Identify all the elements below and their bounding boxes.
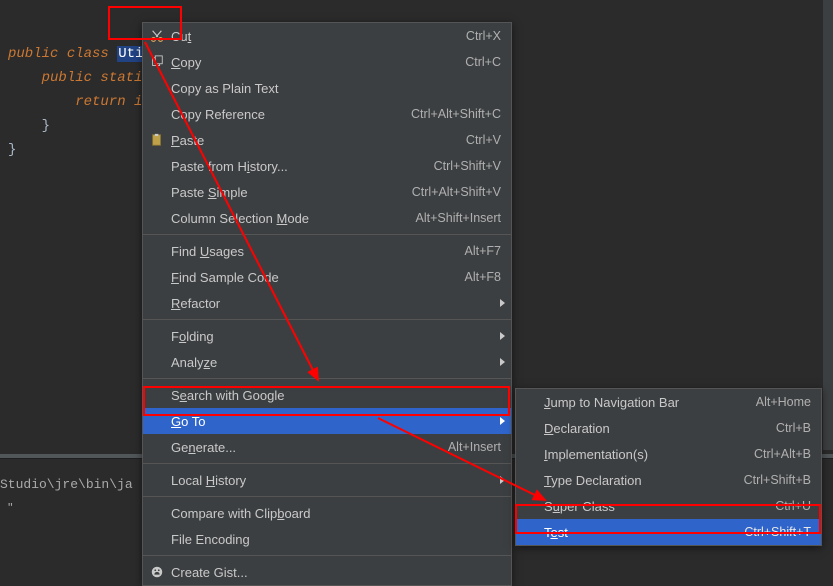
context-menu-item-10[interactable]: Find Sample CodeAlt+F8 — [143, 264, 511, 290]
gist-icon — [149, 564, 165, 580]
code-line-3: return i — [75, 94, 142, 110]
menu-item-label: Local History — [171, 473, 501, 488]
context-menu-separator — [143, 234, 511, 235]
goto-submenu-item-5[interactable]: TestCtrl+Shift+T — [516, 519, 821, 545]
menu-item-shortcut: Ctrl+Shift+B — [744, 473, 811, 487]
goto-submenu-item-1[interactable]: DeclarationCtrl+B — [516, 415, 821, 441]
context-menu-item-25[interactable]: Create Gist... — [143, 559, 511, 585]
menu-item-label: File Encoding — [171, 532, 501, 547]
context-menu-item-4[interactable]: PasteCtrl+V — [143, 127, 511, 153]
menu-item-label: Find Sample Code — [171, 270, 465, 285]
menu-item-label: Column Selection Mode — [171, 211, 416, 226]
context-menu-item-7[interactable]: Column Selection ModeAlt+Shift+Insert — [143, 205, 511, 231]
context-menu-item-13[interactable]: Folding — [143, 323, 511, 349]
console-text: Studio\jre\bin\ja — [0, 477, 133, 492]
context-menu-item-6[interactable]: Paste SimpleCtrl+Alt+Shift+V — [143, 179, 511, 205]
context-menu-item-11[interactable]: Refactor — [143, 290, 511, 316]
context-menu-item-5[interactable]: Paste from History...Ctrl+Shift+V — [143, 153, 511, 179]
context-menu-item-22[interactable]: Compare with Clipboard — [143, 500, 511, 526]
console-quote: " — [8, 500, 13, 515]
context-menu-separator — [143, 496, 511, 497]
menu-item-shortcut: Ctrl+C — [465, 55, 501, 69]
menu-item-label: Jump to Navigation Bar — [544, 395, 756, 410]
brace-2: } — [8, 142, 16, 158]
keyword-class: class — [67, 46, 109, 62]
context-menu-item-17[interactable]: Go To — [143, 408, 511, 434]
context-menu-item-3[interactable]: Copy ReferenceCtrl+Alt+Shift+C — [143, 101, 511, 127]
menu-item-shortcut: Ctrl+V — [466, 133, 501, 147]
menu-item-shortcut: Alt+Insert — [448, 440, 501, 454]
menu-item-label: Copy as Plain Text — [171, 81, 501, 96]
menu-item-shortcut: Alt+Home — [756, 395, 811, 409]
copy-icon — [149, 54, 165, 70]
submenu-arrow-icon — [500, 358, 505, 366]
goto-submenu-item-4[interactable]: Super ClassCtrl+U — [516, 493, 821, 519]
code-line-2: public stati — [42, 70, 143, 86]
context-menu-item-1[interactable]: CopyCtrl+C — [143, 49, 511, 75]
goto-submenu: Jump to Navigation BarAlt+HomeDeclaratio… — [515, 388, 822, 546]
menu-item-label: Declaration — [544, 421, 776, 436]
menu-item-label: Compare with Clipboard — [171, 506, 501, 521]
menu-item-label: Analyze — [171, 355, 501, 370]
menu-item-label: Refactor — [171, 296, 501, 311]
menu-item-label: Super Class — [544, 499, 775, 514]
context-menu-item-9[interactable]: Find UsagesAlt+F7 — [143, 238, 511, 264]
menu-item-label: Test — [544, 525, 744, 540]
context-menu-separator — [143, 319, 511, 320]
goto-submenu-item-0[interactable]: Jump to Navigation BarAlt+Home — [516, 389, 821, 415]
menu-item-shortcut: Ctrl+B — [776, 421, 811, 435]
menu-item-shortcut: Ctrl+Alt+Shift+V — [412, 185, 501, 199]
context-menu-item-23[interactable]: File Encoding — [143, 526, 511, 552]
submenu-arrow-icon — [500, 417, 505, 425]
menu-item-label: Implementation(s) — [544, 447, 754, 462]
menu-item-label: Paste Simple — [171, 185, 412, 200]
context-menu-item-14[interactable]: Analyze — [143, 349, 511, 375]
keyword-public: public — [8, 46, 58, 62]
menu-item-label: Go To — [171, 414, 501, 429]
menu-item-label: Cut — [171, 29, 466, 44]
menu-item-label: Paste — [171, 133, 466, 148]
menu-item-shortcut: Ctrl+Alt+B — [754, 447, 811, 461]
menu-item-shortcut: Alt+F7 — [465, 244, 501, 258]
menu-item-label: Type Declaration — [544, 473, 744, 488]
menu-item-label: Paste from History... — [171, 159, 434, 174]
context-menu-separator — [143, 555, 511, 556]
brace-1: } — [42, 118, 50, 134]
menu-item-shortcut: Alt+F8 — [465, 270, 501, 284]
menu-item-shortcut: Ctrl+Shift+V — [434, 159, 501, 173]
cut-icon — [149, 28, 165, 44]
context-menu: CutCtrl+XCopyCtrl+CCopy as Plain TextCop… — [142, 22, 512, 586]
menu-item-shortcut: Ctrl+Shift+T — [744, 525, 811, 539]
context-menu-item-18[interactable]: Generate...Alt+Insert — [143, 434, 511, 460]
context-menu-item-20[interactable]: Local History — [143, 467, 511, 493]
context-menu-separator — [143, 463, 511, 464]
goto-submenu-item-3[interactable]: Type DeclarationCtrl+Shift+B — [516, 467, 821, 493]
context-menu-item-2[interactable]: Copy as Plain Text — [143, 75, 511, 101]
menu-item-label: Folding — [171, 329, 501, 344]
submenu-arrow-icon — [500, 299, 505, 307]
submenu-arrow-icon — [500, 476, 505, 484]
menu-item-shortcut: Ctrl+X — [466, 29, 501, 43]
menu-item-shortcut: Ctrl+U — [775, 499, 811, 513]
menu-item-shortcut: Alt+Shift+Insert — [416, 211, 501, 225]
editor-scrollbar[interactable] — [823, 0, 833, 450]
submenu-arrow-icon — [500, 332, 505, 340]
paste-icon — [149, 132, 165, 148]
menu-item-label: Create Gist... — [171, 565, 501, 580]
menu-item-label: Copy — [171, 55, 465, 70]
goto-submenu-item-2[interactable]: Implementation(s)Ctrl+Alt+B — [516, 441, 821, 467]
menu-item-shortcut: Ctrl+Alt+Shift+C — [411, 107, 501, 121]
context-menu-separator — [143, 378, 511, 379]
menu-item-label: Find Usages — [171, 244, 465, 259]
menu-item-label: Search with Google — [171, 388, 501, 403]
context-menu-item-16[interactable]: Search with Google — [143, 382, 511, 408]
menu-item-label: Generate... — [171, 440, 448, 455]
menu-item-label: Copy Reference — [171, 107, 411, 122]
context-menu-item-0[interactable]: CutCtrl+X — [143, 23, 511, 49]
